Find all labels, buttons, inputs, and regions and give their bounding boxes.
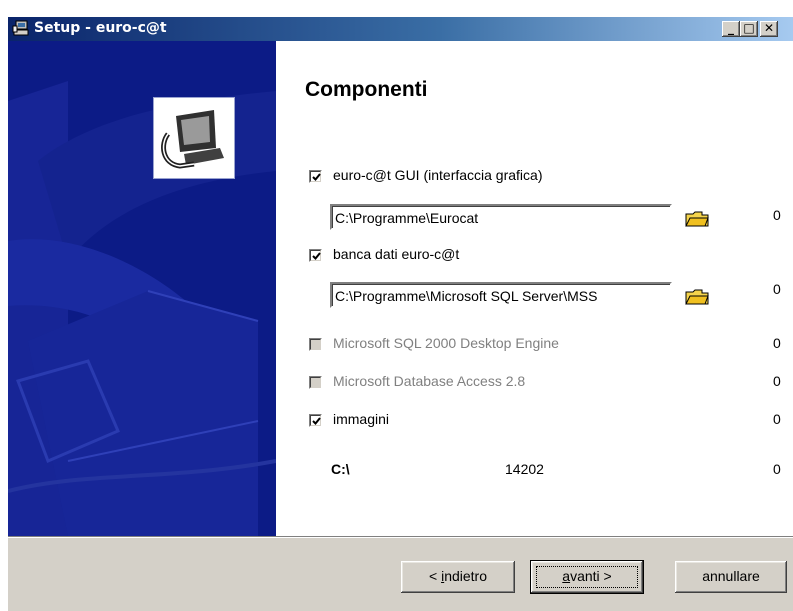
sidebar-artwork bbox=[8, 81, 276, 536]
next-button-mnemonic: a bbox=[562, 568, 571, 584]
component-label-sql-engine: Microsoft SQL 2000 Desktop Engine bbox=[333, 335, 559, 351]
drive-required-space: 0 bbox=[773, 461, 781, 477]
component-size-sql-engine: 0 bbox=[773, 335, 781, 351]
component-label-gui: euro-c@t GUI (interfaccia grafica) bbox=[333, 167, 543, 183]
component-label-database: banca dati euro-c@t bbox=[333, 246, 460, 262]
close-icon: ✕ bbox=[763, 21, 775, 35]
cancel-button-label: annullare bbox=[702, 568, 760, 584]
component-checkbox-images[interactable] bbox=[309, 414, 322, 427]
maximize-icon: □ bbox=[743, 21, 755, 35]
drive-free-space: 14202 bbox=[505, 461, 544, 477]
next-button-label: vanti > bbox=[570, 568, 612, 584]
minimize-icon: _ bbox=[728, 21, 734, 35]
setup-computer-icon bbox=[12, 20, 29, 36]
wizard-sidebar-image bbox=[8, 41, 276, 536]
folder-icon[interactable] bbox=[684, 209, 710, 229]
component-checkbox-database-access bbox=[309, 376, 322, 389]
close-button[interactable]: ✕ bbox=[760, 21, 778, 37]
drive-label: C:\ bbox=[331, 461, 350, 477]
component-label-database-access: Microsoft Database Access 2.8 bbox=[333, 373, 526, 389]
maximize-button[interactable]: □ bbox=[740, 21, 758, 37]
component-checkbox-database[interactable] bbox=[309, 249, 322, 262]
install-path-gui-field[interactable]: C:\Programme\Eurocat bbox=[330, 204, 672, 230]
folder-icon[interactable] bbox=[684, 287, 710, 307]
check-icon bbox=[312, 417, 321, 425]
page-title: Componenti bbox=[305, 78, 428, 101]
back-button-prefix: < bbox=[428, 568, 442, 584]
computer-logo-icon bbox=[158, 102, 230, 174]
check-icon bbox=[312, 173, 321, 181]
minimize-button[interactable]: _ bbox=[722, 21, 740, 37]
component-size-database-access: 0 bbox=[773, 373, 781, 389]
setup-logo bbox=[153, 97, 235, 179]
cancel-button[interactable]: annullare bbox=[675, 561, 787, 593]
component-label-images: immagini bbox=[333, 411, 390, 427]
footer-separator bbox=[8, 536, 793, 538]
component-checkbox-sql-engine bbox=[309, 338, 322, 351]
back-button-label: ndietro bbox=[444, 568, 487, 584]
install-path-database-field[interactable]: C:\Programme\Microsoft SQL Server\MSS bbox=[330, 282, 672, 308]
component-checkbox-gui[interactable] bbox=[309, 170, 322, 183]
check-icon bbox=[312, 252, 321, 260]
wizard-content: Componenti euro-c@t GUI (interfaccia gra… bbox=[8, 41, 793, 536]
component-size-database: 0 bbox=[773, 281, 781, 297]
title-bar[interactable]: Setup - euro-c@t _ □ ✕ bbox=[8, 17, 793, 41]
next-button[interactable]: avanti > bbox=[530, 560, 644, 594]
component-size-images: 0 bbox=[773, 411, 781, 427]
setup-window: Setup - euro-c@t _ □ ✕ Componenti euro-c… bbox=[8, 17, 793, 611]
window-title: Setup - euro-c@t bbox=[34, 20, 167, 36]
back-button[interactable]: < indietro bbox=[401, 561, 515, 593]
component-size-gui: 0 bbox=[773, 207, 781, 223]
